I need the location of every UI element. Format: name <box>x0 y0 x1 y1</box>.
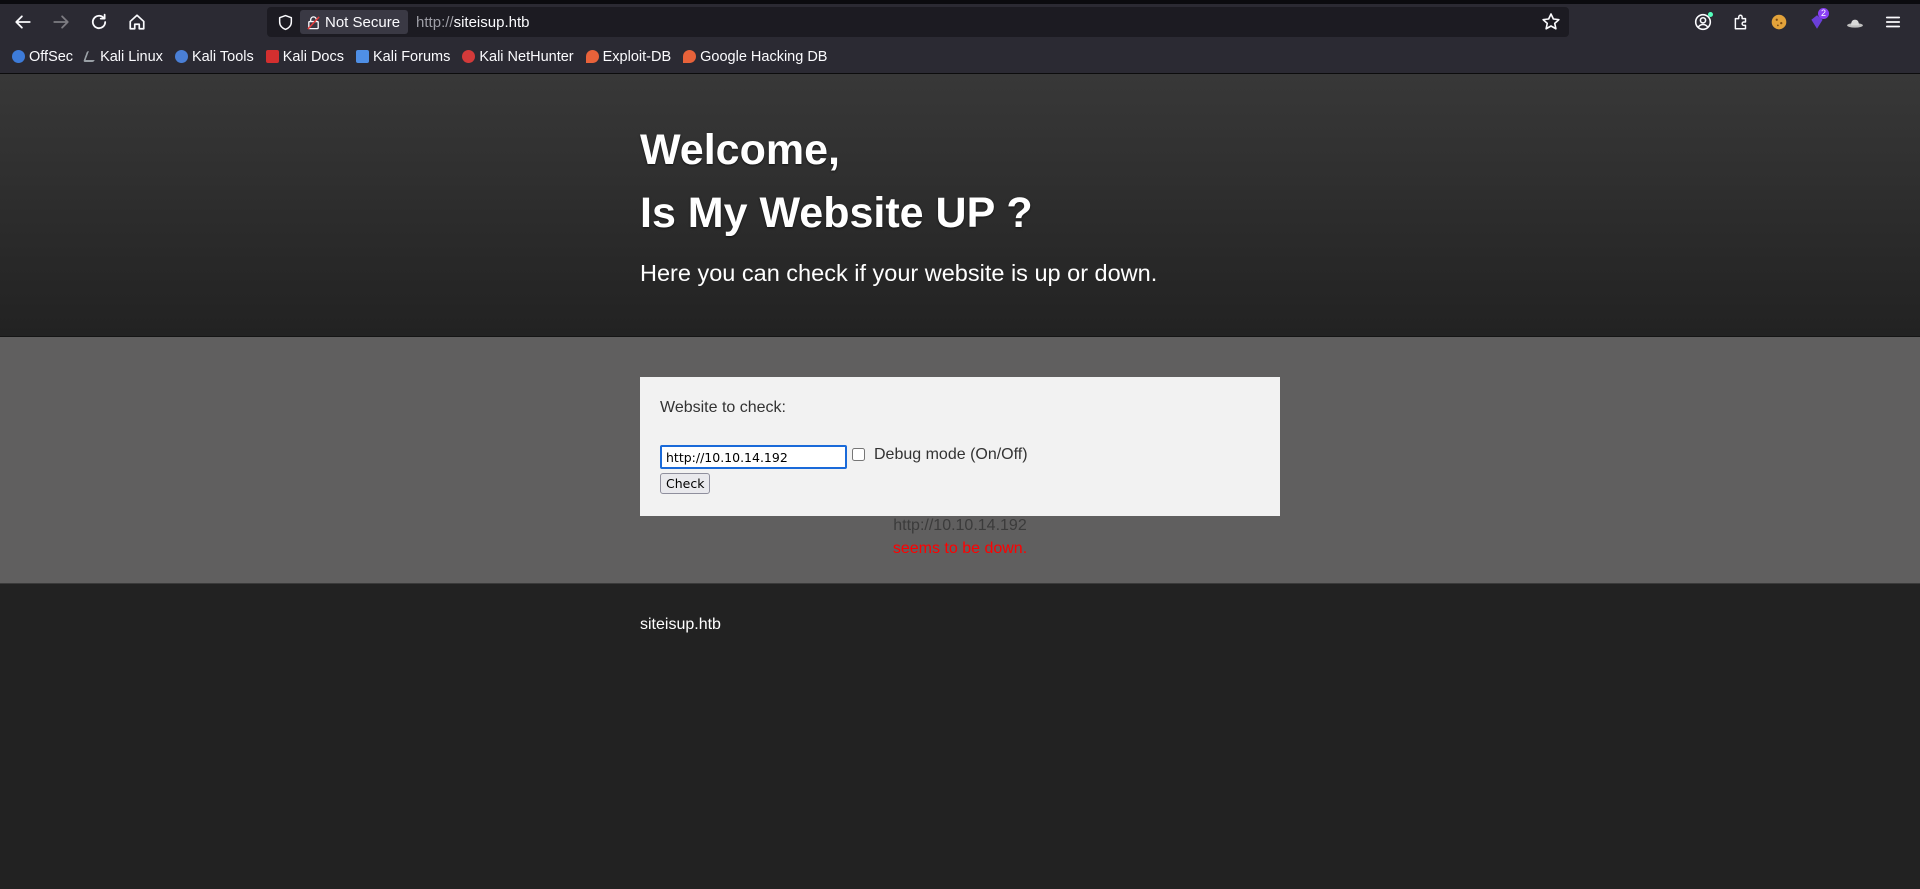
kali-docs-icon <box>265 50 279 63</box>
debug-mode-label: Debug mode (On/Off) <box>874 446 1028 463</box>
address-bar[interactable]: Not Secure http://siteisup.htb <box>267 7 1569 37</box>
extension-cookie-button[interactable] <box>1760 7 1798 37</box>
cookie-icon <box>1771 14 1787 30</box>
url-scheme: http:// <box>416 13 454 31</box>
bookmark-label: Kali Tools <box>191 48 254 65</box>
url-host: siteisup.htb <box>453 13 530 31</box>
url-text[interactable]: http://siteisup.htb <box>416 14 529 31</box>
kali-tools-icon <box>174 50 188 63</box>
arrow-left-icon <box>15 15 31 29</box>
result-status: seems to be down. <box>892 540 1028 557</box>
bookmarks-toolbar: OffSec Kali Linux Kali Tools Kali Docs K… <box>0 40 1920 74</box>
bookmark-label: Google Hacking DB <box>700 48 828 65</box>
home-icon <box>129 14 145 30</box>
arrow-right-icon <box>53 15 69 29</box>
nethunter-icon <box>462 50 476 63</box>
hero-section: Welcome, Is My Website UP ? Here you can… <box>0 74 1920 337</box>
page-footer: siteisup.htb <box>0 584 1920 889</box>
bookmark-kali-docs[interactable]: Kali Docs <box>265 48 344 65</box>
bookmark-kali-forums[interactable]: Kali Forums <box>355 48 451 65</box>
extension-purple-button[interactable]: 2 <box>1798 7 1836 37</box>
bookmark-exploit-db[interactable]: Exploit-DB <box>585 48 672 65</box>
security-label: Not Secure <box>325 13 401 31</box>
back-button[interactable] <box>8 7 38 37</box>
bookmark-label: OffSec <box>29 48 74 65</box>
account-button[interactable] <box>1684 7 1722 37</box>
extensions-button[interactable] <box>1722 7 1760 37</box>
notification-dot <box>1708 12 1713 17</box>
extension-hat-button[interactable] <box>1836 7 1874 37</box>
offsec-icon <box>12 50 25 63</box>
insecure-lock-icon <box>307 15 320 30</box>
bookmark-offsec[interactable]: OffSec <box>12 49 73 65</box>
bookmark-kali-tools[interactable]: Kali Tools <box>174 48 254 65</box>
kali-forums-icon <box>355 50 369 63</box>
bookmark-label: Kali NetHunter <box>479 48 574 65</box>
result-url: http://10.10.14.192 <box>893 517 1027 534</box>
hat-icon <box>1847 19 1863 28</box>
app-menu-button[interactable] <box>1874 7 1912 37</box>
welcome-heading: Welcome, <box>640 126 840 174</box>
bookmark-label: Kali Forums <box>372 48 451 65</box>
reload-icon <box>91 13 107 30</box>
bookmark-label: Exploit-DB <box>602 48 672 65</box>
bookmark-kali-nethunter[interactable]: Kali NetHunter <box>462 48 574 65</box>
home-button[interactable] <box>122 7 152 37</box>
check-form: Website to check: Debug mode (On/Off) Ch… <box>640 377 1280 516</box>
puzzle-piece-icon <box>1734 14 1747 30</box>
bookmark-star-icon[interactable] <box>1541 12 1561 32</box>
browser-toolbar: Not Secure http://siteisup.htb 2 <box>0 4 1920 40</box>
bookmark-label: Kali Docs <box>282 48 344 65</box>
website-url-input[interactable] <box>660 445 847 469</box>
extension-badge: 2 <box>1818 8 1830 19</box>
ghdb-icon <box>683 50 697 63</box>
reload-button[interactable] <box>84 7 114 37</box>
bookmark-label: Kali Linux <box>100 48 163 65</box>
bookmark-kali-linux[interactable]: Kali Linux <box>83 48 163 65</box>
site-security-button[interactable]: Not Secure <box>300 10 409 34</box>
exploitdb-icon <box>585 50 599 63</box>
website-label: Website to check: <box>660 399 786 416</box>
toolbar-right-buttons: 2 <box>1684 7 1912 37</box>
bookmark-google-hacking-db[interactable]: Google Hacking DB <box>683 49 827 65</box>
hero-lead-text: Here you can check if your website is up… <box>640 260 1158 286</box>
check-section: Website to check: Debug mode (On/Off) Ch… <box>0 337 1920 584</box>
debug-mode-checkbox[interactable] <box>852 448 865 461</box>
tracking-protection-button[interactable] <box>275 12 295 32</box>
shield-icon <box>278 14 292 30</box>
site-title-heading: Is My Website UP ? <box>640 189 1033 237</box>
footer-domain: siteisup.htb <box>640 616 721 633</box>
check-button[interactable]: Check <box>660 473 711 494</box>
forward-button[interactable] <box>46 7 76 37</box>
hamburger-menu-icon <box>1885 16 1901 28</box>
kali-dragon-icon <box>83 51 99 62</box>
